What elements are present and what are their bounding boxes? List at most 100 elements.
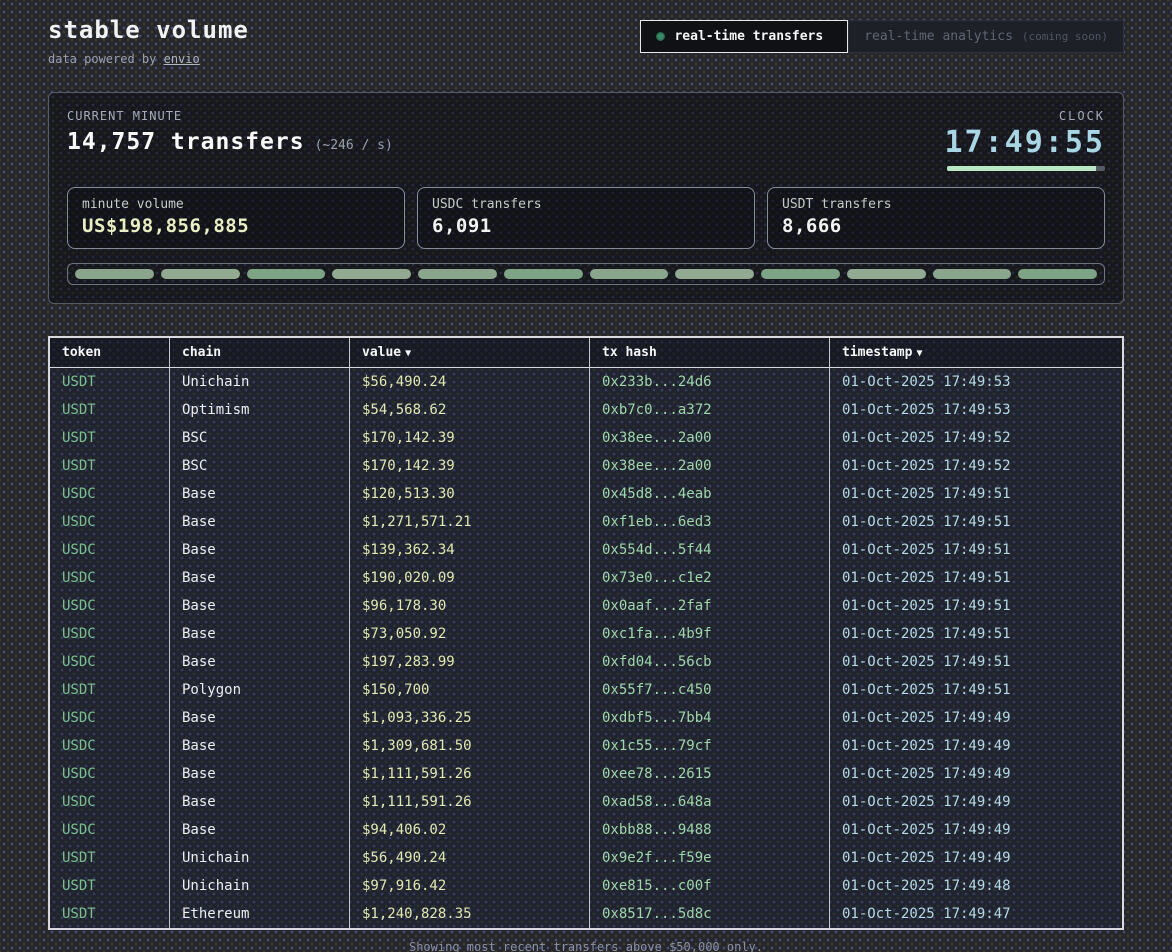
column-header[interactable]: chain <box>170 338 350 367</box>
cell-token: USDC <box>50 648 170 676</box>
cell-tx-hash-link[interactable]: 0x8517...5d8c <box>590 900 830 928</box>
cell-chain: Base <box>170 788 350 816</box>
cell-value: $97,916.42 <box>350 872 590 900</box>
cell-tx-hash-link[interactable]: 0x38ee...2a00 <box>590 424 830 452</box>
cell-chain: Base <box>170 620 350 648</box>
table-body: USDT Unichain $56,490.24 0x233b...24d6 0… <box>50 368 1122 928</box>
column-header[interactable]: timestamp▼ <box>830 338 1122 367</box>
cell-tx-hash-link[interactable]: 0x554d...5f44 <box>590 536 830 564</box>
cell-timestamp: 01-Oct-2025 17:49:52 <box>830 424 1122 452</box>
cell-timestamp: 01-Oct-2025 17:49:49 <box>830 732 1122 760</box>
cell-token: USDC <box>50 592 170 620</box>
volume-segment <box>847 269 926 279</box>
tab[interactable]: real-time analytics (coming soon) <box>848 20 1124 53</box>
cell-token: USDC <box>50 704 170 732</box>
cell-timestamp: 01-Oct-2025 17:49:49 <box>830 704 1122 732</box>
cell-value: $96,178.30 <box>350 592 590 620</box>
cell-value: $1,111,591.26 <box>350 760 590 788</box>
cell-tx-hash-link[interactable]: 0xee78...2615 <box>590 760 830 788</box>
table-row: USDT Unichain $97,916.42 0xe815...c00f 0… <box>50 872 1122 900</box>
cell-timestamp: 01-Oct-2025 17:49:49 <box>830 788 1122 816</box>
cell-tx-hash-link[interactable]: 0x1c55...79cf <box>590 732 830 760</box>
cell-value: $150,700 <box>350 676 590 704</box>
cell-timestamp: 01-Oct-2025 17:49:51 <box>830 564 1122 592</box>
cell-tx-hash-link[interactable]: 0x45d8...4eab <box>590 480 830 508</box>
stat-card-value: US$198,856,885 <box>82 215 390 237</box>
cell-token: USDC <box>50 480 170 508</box>
column-header-label: chain <box>182 345 221 360</box>
cell-tx-hash-link[interactable]: 0x55f7...c450 <box>590 676 830 704</box>
cell-value: $94,406.02 <box>350 816 590 844</box>
stat-cards: minute volume US$198,856,885 USDC transf… <box>67 187 1105 249</box>
table-row: USDT Unichain $56,490.24 0x233b...24d6 0… <box>50 368 1122 396</box>
column-header[interactable]: token <box>50 338 170 367</box>
stat-card-value: 8,666 <box>782 215 1090 237</box>
clock-time: 17:49:55 <box>945 125 1106 160</box>
table-row: USDC Base $1,271,571.21 0xf1eb...6ed3 01… <box>50 508 1122 536</box>
cell-timestamp: 01-Oct-2025 17:49:51 <box>830 620 1122 648</box>
volume-segment <box>933 269 1012 279</box>
envio-link[interactable]: envio <box>164 52 200 66</box>
cell-tx-hash-link[interactable]: 0xc1fa...4b9f <box>590 620 830 648</box>
cell-value: $170,142.39 <box>350 452 590 480</box>
column-header-label: timestamp <box>842 345 912 360</box>
cell-tx-hash-link[interactable]: 0xb7c0...a372 <box>590 396 830 424</box>
cell-timestamp: 01-Oct-2025 17:49:47 <box>830 900 1122 928</box>
table-row: USDC Base $1,309,681.50 0x1c55...79cf 01… <box>50 732 1122 760</box>
segment-bar <box>67 263 1105 285</box>
cell-tx-hash-link[interactable]: 0x233b...24d6 <box>590 368 830 396</box>
table-row: USDC Base $94,406.02 0xbb88...9488 01-Oc… <box>50 816 1122 844</box>
tab[interactable]: real-time transfers <box>640 20 848 53</box>
top-bar: stable volume data powered by envio real… <box>48 16 1124 66</box>
cell-chain: Base <box>170 480 350 508</box>
cell-value: $1,093,336.25 <box>350 704 590 732</box>
cell-value: $1,240,828.35 <box>350 900 590 928</box>
volume-segment <box>1018 269 1097 279</box>
cell-value: $190,020.09 <box>350 564 590 592</box>
cell-token: USDT <box>50 368 170 396</box>
cell-chain: Base <box>170 816 350 844</box>
cell-token: USDT <box>50 900 170 928</box>
table-row: USDT Ethereum $1,240,828.35 0x8517...5d8… <box>50 900 1122 928</box>
column-header[interactable]: value▼ <box>350 338 590 367</box>
table-row: USDC Base $1,111,591.26 0xee78...2615 01… <box>50 760 1122 788</box>
cell-tx-hash-link[interactable]: 0xdbf5...7bb4 <box>590 704 830 732</box>
cell-chain: Optimism <box>170 396 350 424</box>
cell-tx-hash-link[interactable]: 0x38ee...2a00 <box>590 452 830 480</box>
cell-tx-hash-link[interactable]: 0xbb88...9488 <box>590 816 830 844</box>
cell-token: USDC <box>50 536 170 564</box>
volume-segment <box>590 269 669 279</box>
cell-token: USDT <box>50 452 170 480</box>
app-title: stable volume <box>48 16 249 44</box>
volume-segment <box>247 269 326 279</box>
cell-tx-hash-link[interactable]: 0xf1eb...6ed3 <box>590 508 830 536</box>
cell-chain: BSC <box>170 452 350 480</box>
current-minute-label: CURRENT MINUTE <box>67 109 393 123</box>
cell-tx-hash-link[interactable]: 0xe815...c00f <box>590 872 830 900</box>
cell-tx-hash-link[interactable]: 0x0aaf...2faf <box>590 592 830 620</box>
cell-chain: Unichain <box>170 368 350 396</box>
cell-timestamp: 01-Oct-2025 17:49:51 <box>830 536 1122 564</box>
stat-card-label: minute volume <box>82 197 390 212</box>
transfers-table: token chain value▼ tx hash timestamp▼ US… <box>48 336 1124 930</box>
cell-chain: Ethereum <box>170 900 350 928</box>
cell-timestamp: 01-Oct-2025 17:49:51 <box>830 676 1122 704</box>
tab-label: real-time transfers <box>674 29 823 44</box>
stat-card: USDC transfers 6,091 <box>417 187 755 249</box>
cell-token: USDC <box>50 816 170 844</box>
cell-tx-hash-link[interactable]: 0xfd04...56cb <box>590 648 830 676</box>
cell-tx-hash-link[interactable]: 0xad58...648a <box>590 788 830 816</box>
cell-tx-hash-link[interactable]: 0x73e0...c1e2 <box>590 564 830 592</box>
volume-segment <box>418 269 497 279</box>
cell-chain: Polygon <box>170 676 350 704</box>
table-row: USDC Base $1,093,336.25 0xdbf5...7bb4 01… <box>50 704 1122 732</box>
table-row: USDT BSC $170,142.39 0x38ee...2a00 01-Oc… <box>50 452 1122 480</box>
sort-arrow-icon: ▼ <box>405 348 411 359</box>
column-header[interactable]: tx hash <box>590 338 830 367</box>
cell-value: $170,142.39 <box>350 424 590 452</box>
cell-tx-hash-link[interactable]: 0x9e2f...f59e <box>590 844 830 872</box>
cell-value: $1,271,571.21 <box>350 508 590 536</box>
stat-card-label: USDT transfers <box>782 197 1090 212</box>
cell-chain: Base <box>170 592 350 620</box>
volume-segment <box>161 269 240 279</box>
